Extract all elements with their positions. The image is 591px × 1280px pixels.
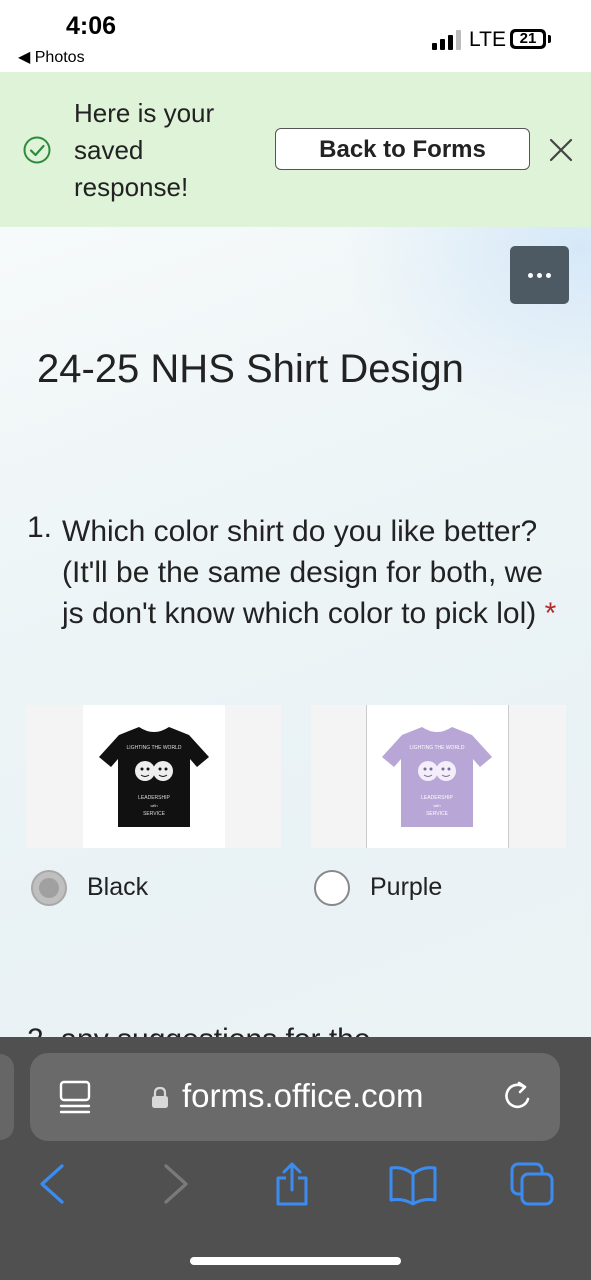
reader-mode-icon[interactable] xyxy=(58,1079,92,1117)
status-bar: 4:06 ◀ Photos LTE 21 xyxy=(0,0,591,72)
svg-text:LIGHTING THE WORLD: LIGHTING THE WORLD xyxy=(410,745,465,751)
purple-choice-label: Purple xyxy=(370,873,443,901)
svg-text:LEADERSHIP: LEADERSHIP xyxy=(421,795,453,801)
svg-text:LEADERSHIP: LEADERSHIP xyxy=(138,795,170,801)
question-text-body: Which color shirt do you like better? (I… xyxy=(62,515,543,630)
home-indicator xyxy=(190,1257,401,1265)
status-time: 4:06 xyxy=(66,12,117,40)
address-bar[interactable]: forms.office.com xyxy=(30,1053,560,1141)
battery-cap xyxy=(548,35,551,43)
battery-level: 21 xyxy=(519,30,537,47)
tshirt-icon: LIGHTING THE WORLD LEADERSHIP with SERVI… xyxy=(382,727,492,827)
required-marker: * xyxy=(544,597,557,630)
form-content: 24-25 NHS Shirt Design 1. Which color sh… xyxy=(0,227,591,1037)
tshirt-icon: LIGHTING THE WORLD LEADERSHIP with SERVI… xyxy=(99,727,209,827)
form-title: 24-25 NHS Shirt Design xyxy=(37,347,464,391)
question-text: Which color shirt do you like better? (I… xyxy=(62,511,572,634)
check-circle-icon xyxy=(23,136,51,164)
svg-text:with: with xyxy=(433,803,440,808)
lock-icon xyxy=(152,1086,168,1108)
purple-shirt-image[interactable]: LIGHTING THE WORLD LEADERSHIP with SERVI… xyxy=(311,705,566,848)
browser-toolbar: forms.office.com xyxy=(0,1037,591,1280)
svg-text:SERVICE: SERVICE xyxy=(143,811,166,817)
svg-text:with: with xyxy=(150,803,157,808)
tabs-icon[interactable] xyxy=(508,1162,556,1206)
reload-icon[interactable] xyxy=(500,1078,536,1114)
question-number: 1. xyxy=(27,511,53,544)
network-type: LTE xyxy=(469,28,506,51)
banner-message: Here is your saved response! xyxy=(74,98,215,202)
forward-icon[interactable] xyxy=(156,1162,196,1206)
back-to-photos-link[interactable]: ◀ Photos xyxy=(18,47,85,67)
previous-tab-edge[interactable] xyxy=(0,1054,14,1140)
battery-icon: 21 xyxy=(510,29,546,49)
black-shirt-image[interactable]: LIGHTING THE WORLD LEADERSHIP with SERVI… xyxy=(26,705,281,848)
more-options-button[interactable] xyxy=(510,246,569,304)
svg-text:SERVICE: SERVICE xyxy=(426,811,449,817)
black-choice-label: Black xyxy=(87,873,149,901)
back-icon[interactable] xyxy=(32,1162,72,1206)
signal-icon xyxy=(432,30,461,50)
black-radio[interactable] xyxy=(31,870,67,906)
bookmarks-icon[interactable] xyxy=(388,1162,438,1206)
url-text: forms.office.com xyxy=(182,1077,424,1114)
close-icon[interactable] xyxy=(548,137,574,163)
svg-text:LIGHTING THE WORLD: LIGHTING THE WORLD xyxy=(127,745,182,751)
share-icon[interactable] xyxy=(272,1162,312,1206)
purple-radio[interactable] xyxy=(314,870,350,906)
question-2-text: 2. any suggestions for the xyxy=(27,1023,371,1037)
back-to-forms-button[interactable]: Back to Forms xyxy=(275,128,530,170)
